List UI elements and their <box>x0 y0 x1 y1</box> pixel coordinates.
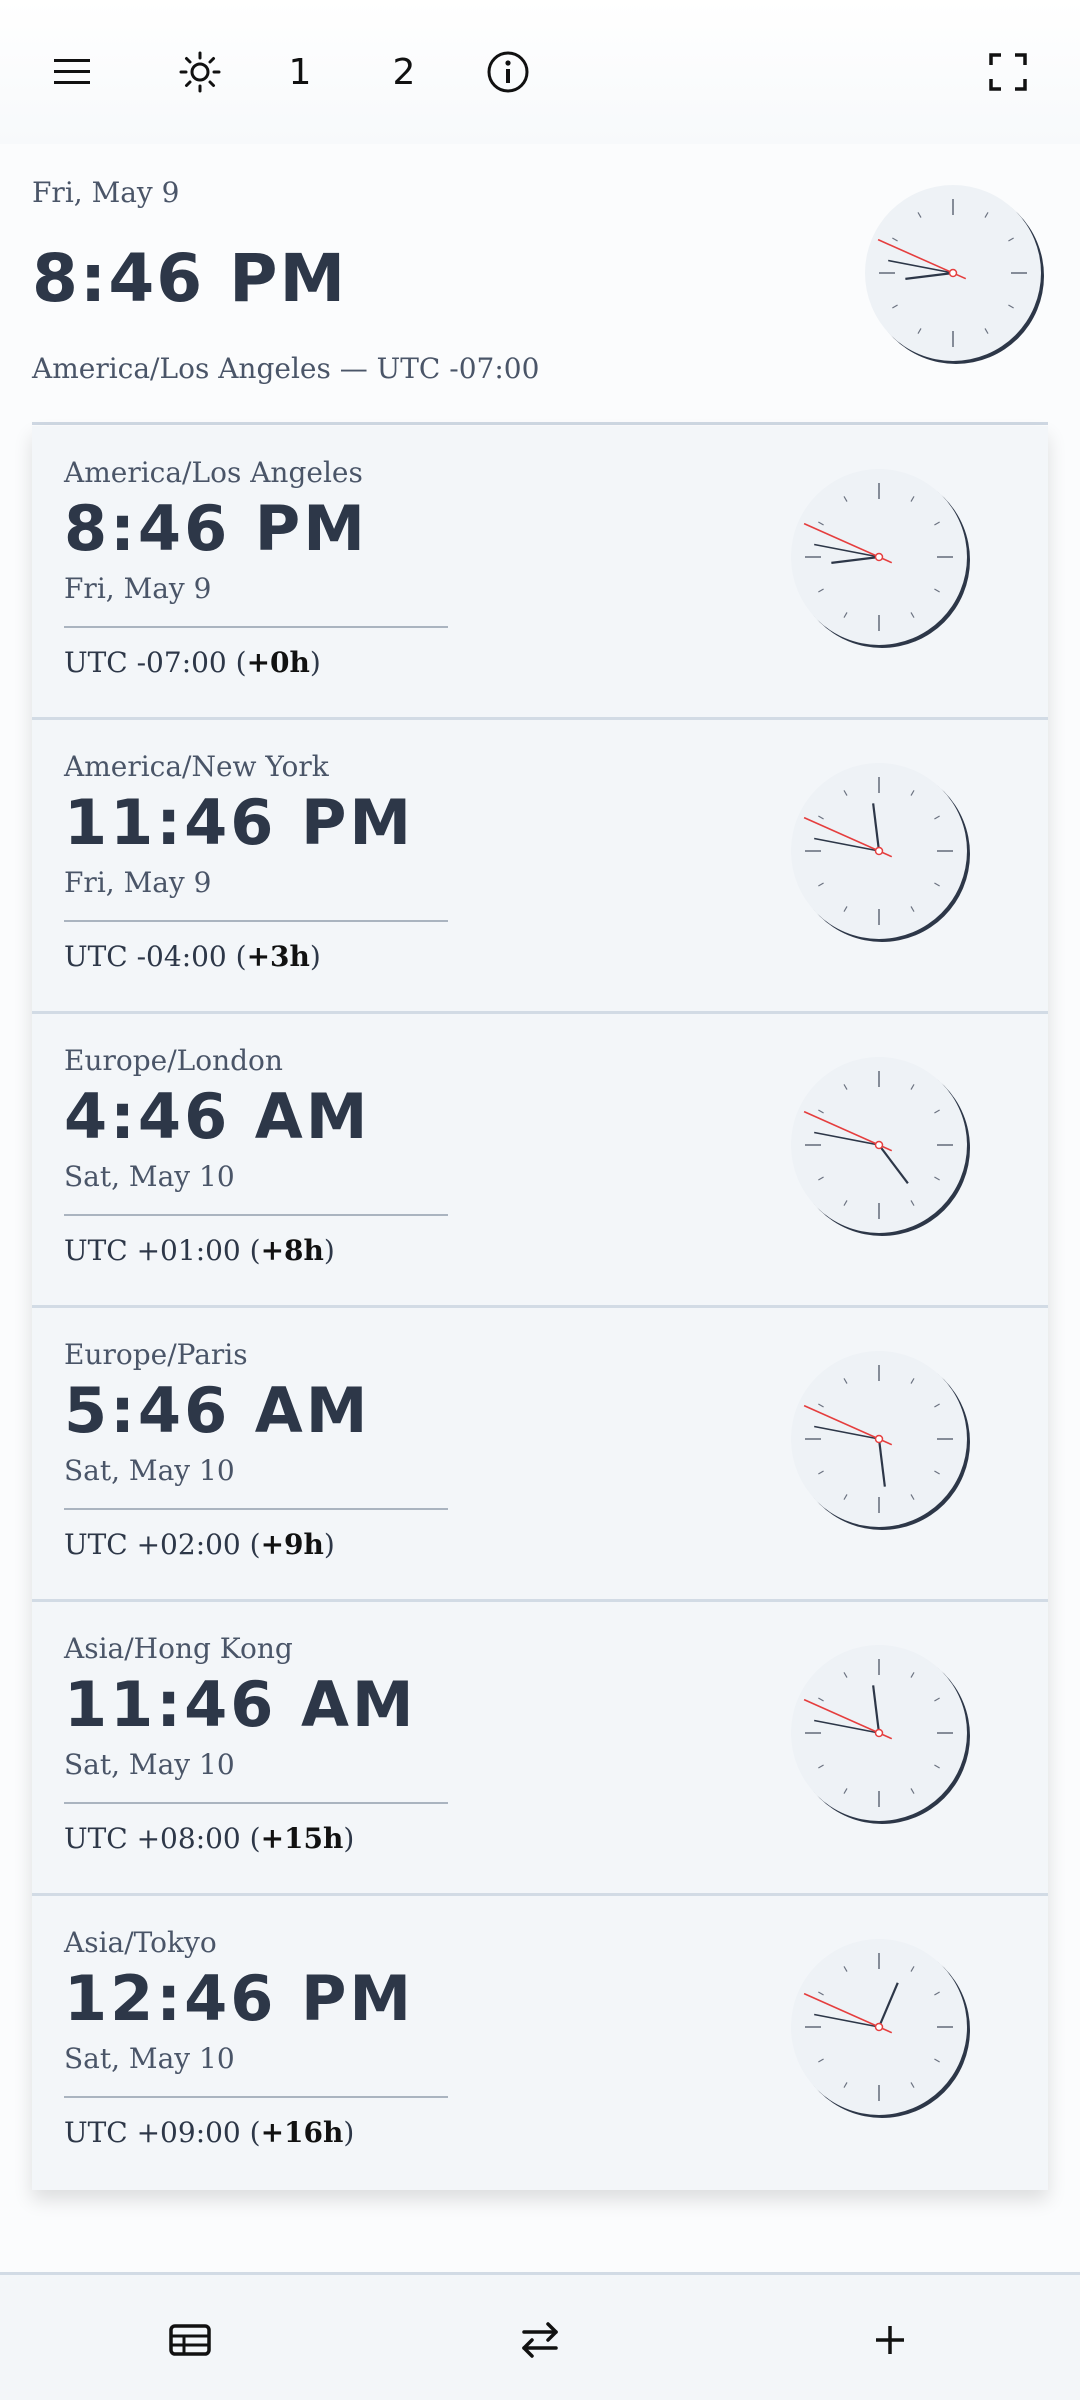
top-toolbar: 1 2 <box>0 0 1080 144</box>
brightness-icon <box>179 51 221 93</box>
utc-offset-close: ) <box>309 646 321 679</box>
clock-zone: Europe/Paris <box>64 1338 248 1371</box>
table-icon <box>169 2324 211 2356</box>
clock-date: Sat, May 10 <box>64 1454 235 1487</box>
fullscreen-button[interactable] <box>976 40 1040 104</box>
local-date: Fri, May 9 <box>32 176 180 209</box>
theme-toggle-button[interactable] <box>168 40 232 104</box>
hour-difference: +0h <box>246 646 310 679</box>
clock-divider <box>64 626 448 628</box>
clock-time: 8:46 PM <box>64 492 368 565</box>
clock-card[interactable]: Asia/Hong Kong 11:46 AM Sat, May 10 UTC +08… <box>32 1602 1048 1896</box>
swap-button[interactable] <box>505 2305 575 2375</box>
clock-center <box>948 268 958 278</box>
clock-divider <box>64 2096 448 2098</box>
clock-card[interactable]: Europe/Paris 5:46 AM Sat, May 10 UTC +02:00… <box>32 1308 1048 1602</box>
clock-time: 11:46 PM <box>64 786 415 859</box>
hour-difference: +3h <box>246 940 310 973</box>
clock-center <box>874 1434 884 1444</box>
clock-utc-offset: UTC +01:00 (+8h) <box>64 1234 335 1267</box>
layout-one-column-button[interactable]: 1 <box>268 40 332 104</box>
clock-utc-offset: UTC -07:00 (+0h) <box>64 646 321 679</box>
menu-icon <box>54 59 90 84</box>
analog-clock <box>791 1057 970 1236</box>
hour-difference: +9h <box>260 1528 324 1561</box>
info-button[interactable] <box>476 40 540 104</box>
menu-button[interactable] <box>40 40 104 104</box>
clock-utc-offset: UTC +08:00 (+15h) <box>64 1822 354 1855</box>
clock-divider <box>64 1802 448 1804</box>
utc-offset-close: ) <box>323 1234 335 1267</box>
clock-date: Sat, May 10 <box>64 1160 235 1193</box>
clock-center <box>874 846 884 856</box>
clock-card[interactable]: America/New York 11:46 PM Fri, May 9 UTC -0… <box>32 720 1048 1014</box>
analog-clock <box>791 763 970 942</box>
clock-zone: Asia/Hong Kong <box>64 1632 293 1665</box>
layout-one-label: 1 <box>288 51 312 93</box>
local-time: 8:46 PM <box>32 240 348 317</box>
clock-center <box>874 1140 884 1150</box>
add-clock-button[interactable] <box>855 2305 925 2375</box>
local-analog-clock <box>865 185 1044 364</box>
bottom-nav <box>0 2272 1080 2400</box>
header-divider <box>32 422 1048 425</box>
hour-difference: +15h <box>260 1822 344 1855</box>
clock-date: Fri, May 9 <box>64 572 212 605</box>
clock-time: 12:46 PM <box>64 1962 415 2035</box>
utc-offset-text: UTC +02:00 ( <box>64 1528 261 1561</box>
clock-utc-offset: UTC +09:00 (+16h) <box>64 2116 354 2149</box>
utc-offset-text: UTC -04:00 ( <box>64 940 247 973</box>
swap-icon <box>522 2322 558 2358</box>
utc-offset-close: ) <box>309 940 321 973</box>
fullscreen-icon <box>989 53 1027 91</box>
layout-two-column-button[interactable]: 2 <box>372 40 436 104</box>
clock-divider <box>64 1214 448 1216</box>
clock-divider <box>64 920 448 922</box>
clock-center <box>874 1728 884 1738</box>
clock-list: America/Los Angeles 8:46 PM Fri, May 9 UTC … <box>32 426 1048 2190</box>
clock-zone: America/Los Angeles <box>64 456 363 489</box>
clock-center <box>874 552 884 562</box>
hour-difference: +8h <box>260 1234 324 1267</box>
clock-utc-offset: UTC +02:00 (+9h) <box>64 1528 335 1561</box>
clock-time: 11:46 AM <box>64 1668 417 1741</box>
analog-clock <box>791 469 970 648</box>
clock-zone: Europe/London <box>64 1044 283 1077</box>
clock-card[interactable]: Europe/London 4:46 AM Sat, May 10 UTC +01:0… <box>32 1014 1048 1308</box>
info-icon <box>487 51 529 93</box>
clock-date: Sat, May 10 <box>64 1748 235 1781</box>
utc-offset-close: ) <box>343 2116 355 2149</box>
clock-zone: America/New York <box>64 750 329 783</box>
clock-date: Fri, May 9 <box>64 866 212 899</box>
analog-clock <box>791 1351 970 1530</box>
analog-clock <box>791 1939 970 2118</box>
clock-center <box>874 2022 884 2032</box>
clock-card[interactable]: Asia/Tokyo 12:46 PM Sat, May 10 UTC +09:00 … <box>32 1896 1048 2190</box>
plus-icon <box>876 2326 904 2354</box>
analog-clock <box>791 1645 970 1824</box>
clock-time: 4:46 AM <box>64 1080 371 1153</box>
clock-time: 5:46 AM <box>64 1374 371 1447</box>
clock-utc-offset: UTC -04:00 (+3h) <box>64 940 321 973</box>
clock-divider <box>64 1508 448 1510</box>
table-view-button[interactable] <box>155 2305 225 2375</box>
utc-offset-text: UTC +01:00 ( <box>64 1234 261 1267</box>
utc-offset-close: ) <box>343 1822 355 1855</box>
utc-offset-text: UTC +09:00 ( <box>64 2116 261 2149</box>
utc-offset-text: UTC +08:00 ( <box>64 1822 261 1855</box>
clock-card[interactable]: America/Los Angeles 8:46 PM Fri, May 9 UTC … <box>32 426 1048 720</box>
clock-date: Sat, May 10 <box>64 2042 235 2075</box>
hour-difference: +16h <box>260 2116 344 2149</box>
utc-offset-close: ) <box>323 1528 335 1561</box>
utc-offset-text: UTC -07:00 ( <box>64 646 247 679</box>
clock-zone: Asia/Tokyo <box>64 1926 217 1959</box>
layout-two-label: 2 <box>392 51 416 93</box>
local-zone: America/Los Angeles — UTC -07:00 <box>32 352 540 385</box>
